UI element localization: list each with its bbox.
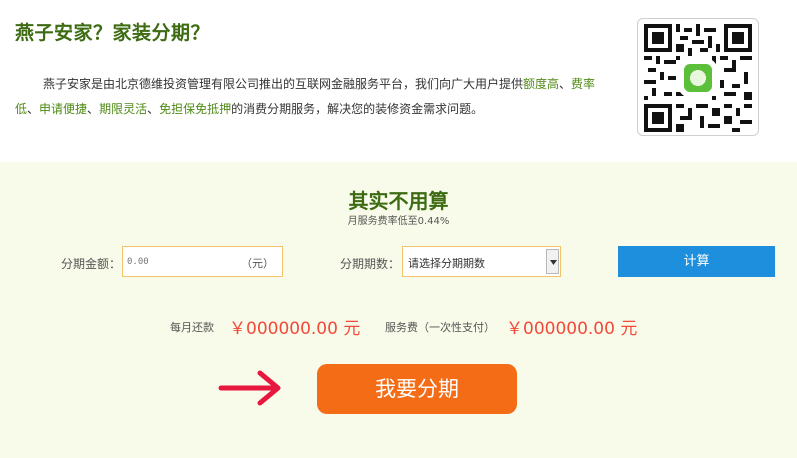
period-select[interactable]: 请选择分期期数 xyxy=(402,246,561,277)
amount-unit: （元） xyxy=(241,257,274,270)
separator: 、 xyxy=(87,102,100,116)
apply-installment-button[interactable]: 我要分期 xyxy=(317,364,517,414)
qr-code-icon xyxy=(644,24,752,132)
installment-calculator: 其实不用算 月服务费率低至0.44% 分期金额： （元） 分期期数： 请选择分期… xyxy=(0,162,797,458)
intro-section: 燕子安家？家装分期？ 燕子安家是由北京德维投资管理有限公司推出的互联网金融服务平… xyxy=(0,0,797,162)
calculator-title: 其实不用算 xyxy=(348,189,449,213)
amount-label: 分期金额： xyxy=(61,257,122,271)
calculator-subtitle: 月服务费率低至0.44% xyxy=(347,216,450,227)
highlight-flexible-term: 期限灵活 xyxy=(99,102,148,116)
amount-input[interactable] xyxy=(125,253,235,271)
monthly-payment-value: ￥000000.00 元 xyxy=(229,319,361,339)
intro-description: 燕子安家是由北京德维投资管理有限公司推出的互联网金融服务平台，我们向广大用户提供… xyxy=(15,72,605,122)
dropdown-toggle[interactable] xyxy=(546,249,559,274)
separator: 、 xyxy=(27,102,40,116)
separator: 、 xyxy=(147,102,160,116)
service-fee-value: ￥000000.00 元 xyxy=(506,319,638,339)
chevron-down-icon xyxy=(550,260,557,265)
page: 燕子安家？家装分期？ 燕子安家是由北京德维投资管理有限公司推出的互联网金融服务平… xyxy=(0,0,797,458)
intro-text-part: 燕子安家是由北京德维投资管理有限公司推出的互联网金融服务平台，我们向广大用户提供 xyxy=(43,77,524,91)
monthly-payment-label: 每月还款 xyxy=(170,321,214,334)
calculate-button[interactable]: 计算 xyxy=(618,246,775,277)
intro-title: 燕子安家？家装分期？ xyxy=(15,22,211,44)
highlight-easy-apply: 申请便捷 xyxy=(39,102,88,116)
highlight-no-collateral: 免担保免抵押 xyxy=(159,102,232,116)
separator: 、 xyxy=(559,77,572,91)
amount-field[interactable]: （元） xyxy=(122,246,283,277)
qr-code xyxy=(637,18,759,136)
period-label: 分期期数： xyxy=(340,257,401,271)
highlight-high-limit: 额度高 xyxy=(523,77,560,91)
right-arrow-icon xyxy=(218,370,281,406)
service-fee-label: 服务费（一次性支付） xyxy=(385,321,495,334)
intro-text-part: 的消费分期服务，解决您的装修资金需求问题。 xyxy=(231,102,484,116)
period-selected-value: 请选择分期期数 xyxy=(408,257,485,270)
